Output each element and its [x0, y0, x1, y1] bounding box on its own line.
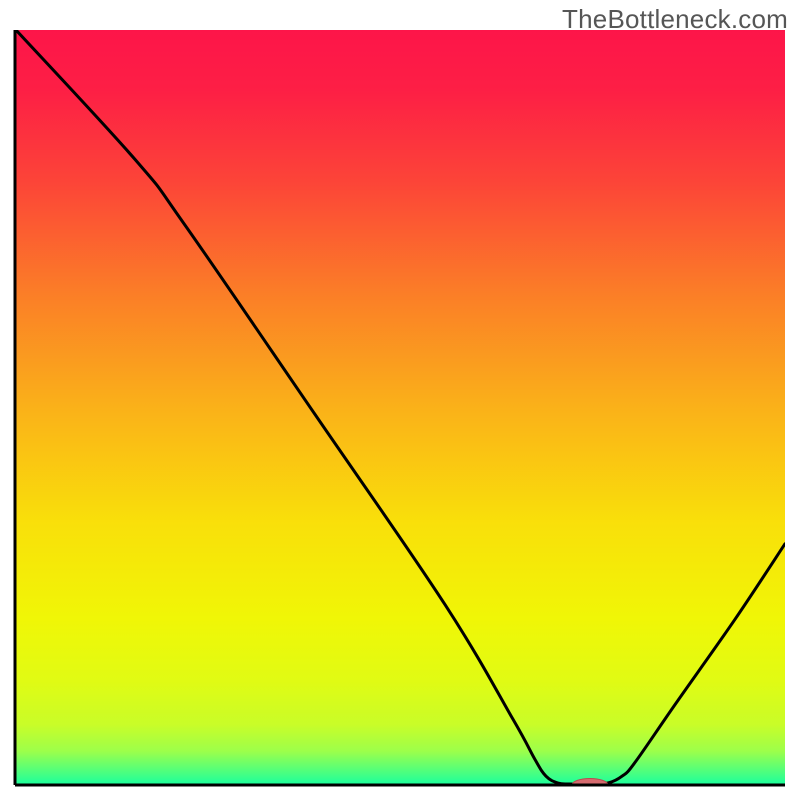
chart-frame: TheBottleneck.com	[0, 0, 800, 800]
watermark-text: TheBottleneck.com	[562, 4, 788, 35]
bottleneck-chart	[0, 0, 800, 800]
gradient-background	[15, 30, 785, 785]
